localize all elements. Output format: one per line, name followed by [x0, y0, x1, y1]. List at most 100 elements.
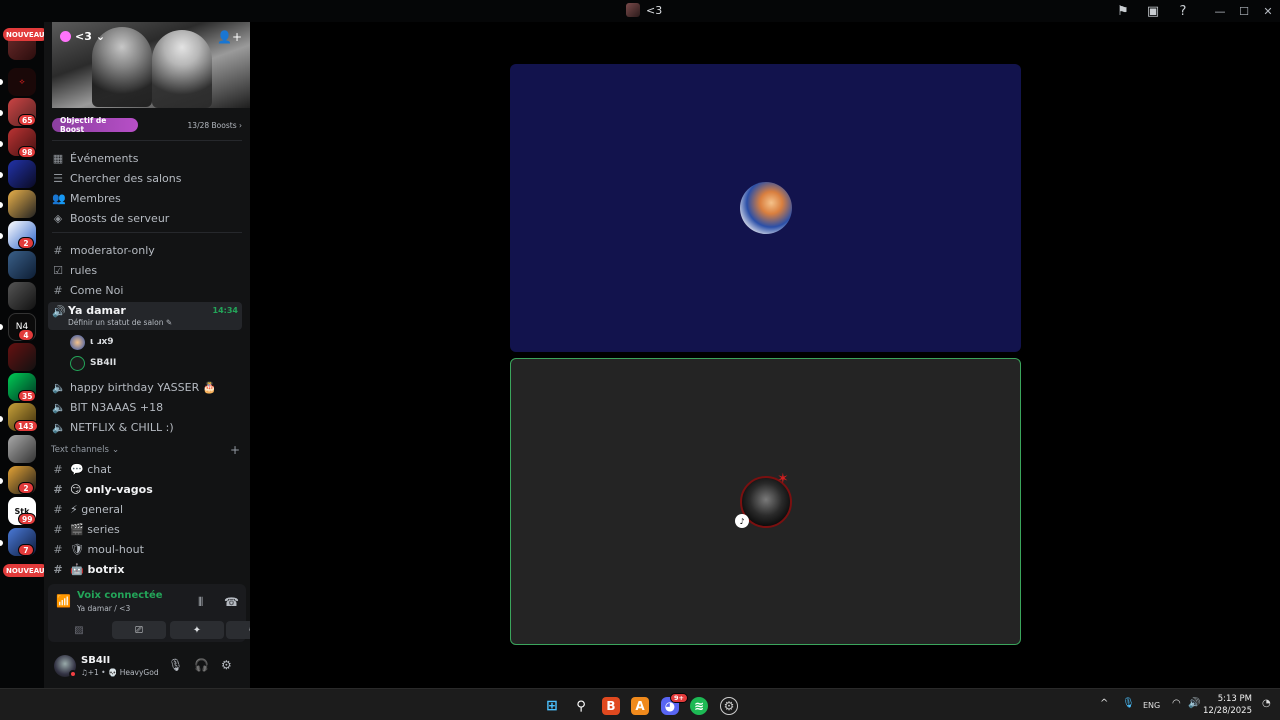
steam-icon[interactable]: ⚙ [720, 697, 738, 715]
maximize-icon[interactable]: ☐ [1232, 0, 1256, 22]
channel-moderator-only[interactable]: # moderator-only [52, 240, 242, 260]
text-channel[interactable]: # ⚡ general [52, 499, 242, 519]
new-badge: NOUVEAU [3, 28, 48, 41]
microphone-tray-icon[interactable]: 🎙 [1122, 698, 1135, 709]
search-icon[interactable]: ⚲ [572, 697, 590, 715]
headphones-icon[interactable]: 🎧 [194, 658, 209, 672]
screen-share-icon: ⎚ [135, 624, 143, 636]
inbox-flag-icon[interactable]: ⚑ [1108, 0, 1138, 22]
voice-channel[interactable]: 🔈 BIT N3AAAS +18 [52, 397, 242, 417]
close-icon[interactable]: ✕ [1256, 0, 1280, 22]
username[interactable]: SB4II [81, 655, 110, 666]
text-channel[interactable]: # 😏 only-vagos [52, 479, 242, 499]
chevron-down-icon: ⌄ [111, 445, 120, 455]
noise-suppression-icon[interactable]: ⦀ [198, 595, 203, 610]
signal-icon[interactable]: 📶 [56, 594, 71, 608]
unread-pill [0, 79, 3, 85]
chevron-up-icon[interactable]: ^ [1100, 698, 1108, 709]
text-channel[interactable]: # 💬 chat [52, 459, 242, 479]
spotify-icon[interactable]: ≋ [690, 697, 708, 715]
status-dot [69, 670, 77, 678]
server-icon-9[interactable] [8, 282, 36, 310]
participant-tile[interactable] [510, 64, 1021, 352]
voice-location[interactable]: Ya damar / <3 [77, 604, 130, 613]
menu-server-boosts[interactable]: ◈ Boosts de serveur [52, 208, 242, 228]
server-name: <3 [75, 30, 92, 43]
disconnect-icon[interactable]: ☎ [224, 595, 239, 609]
server-icon-14[interactable] [8, 435, 36, 463]
server-icon-6[interactable] [8, 190, 36, 218]
voice-channel[interactable]: 🔈 happy birthday YASSER 🎂 [52, 377, 242, 397]
invite-people-icon[interactable]: 👤+ [217, 30, 242, 44]
start-icon[interactable]: ⊞ [543, 697, 561, 715]
mention-badge: 7 [18, 544, 34, 556]
activities-button[interactable]: ✦ [170, 621, 224, 639]
camera-button[interactable]: ▨ [52, 621, 106, 639]
unread-pill [0, 324, 3, 330]
clock[interactable]: 5:13 PM 12/28/2025 [1203, 693, 1252, 717]
mention-badge: 143 [14, 420, 38, 432]
text-channel[interactable]: # 🛡 moul-hout [52, 539, 242, 559]
hashtag-icon: # [53, 542, 63, 556]
participant-tile-speaking[interactable]: ✶ ♪ [510, 358, 1021, 645]
unread-pill [0, 202, 3, 208]
speaker-icon: 🔈 [52, 420, 66, 434]
boost-count: 13/28 Boosts › [187, 120, 242, 130]
clock-date: 12/28/2025 [1203, 706, 1252, 716]
menu-members[interactable]: 👥 Membres [52, 188, 242, 208]
volume-icon[interactable]: 🔊 [1188, 698, 1200, 709]
text-channel[interactable]: # 🎬 series [52, 519, 242, 539]
unread-pill [0, 416, 3, 422]
participant-avatar [739, 182, 792, 234]
discord-badge: 9+ [670, 693, 688, 703]
text-channel[interactable]: # 🤖 botrix [52, 559, 242, 579]
hashtag-icon: # [53, 522, 63, 536]
wifi-icon[interactable]: ◠ [1172, 698, 1181, 709]
members-icon: 👥 [52, 191, 66, 205]
hashtag-icon: # [53, 482, 63, 496]
server-icon-5[interactable] [8, 160, 36, 188]
screen-share-button[interactable]: ⎚ [112, 621, 166, 639]
app-icon[interactable]: A [631, 697, 649, 715]
voice-stage: ✶ ♪ [250, 22, 1280, 688]
language-indicator[interactable]: ENG [1143, 701, 1160, 710]
mention-badge: 99 [18, 513, 37, 525]
rules-icon: ☑ [53, 263, 63, 277]
voice-state[interactable]: Voix connectée [77, 590, 163, 601]
unread-pill [0, 110, 3, 116]
category-text-channels[interactable]: Text channels ⌄ [51, 445, 119, 455]
server-icon-2[interactable]: ⟡ [8, 68, 36, 96]
server-icon-11[interactable] [8, 343, 36, 371]
menu-browse-channels[interactable]: ☰ Chercher des salons [52, 168, 242, 188]
speaker-icon: 🔈 [52, 380, 66, 394]
notification-icon[interactable]: ◔ [1262, 698, 1271, 709]
divider [52, 140, 242, 141]
voice-channel[interactable]: 🔈 NETFLIX & CHILL :) [52, 417, 242, 437]
channel-come-noi[interactable]: # Come Noi [52, 280, 242, 300]
server-icon-8[interactable] [8, 251, 36, 279]
unread-pill [0, 172, 3, 178]
minimize-icon[interactable]: — [1208, 0, 1232, 22]
title-bar: <3 ⚑ ▣ ? — ☐ ✕ [0, 0, 1280, 22]
menu-events[interactable]: ▦ Événements [52, 148, 242, 168]
voice-user[interactable]: SB4II [70, 354, 116, 372]
brave-icon[interactable]: B [602, 697, 620, 715]
avatar [70, 355, 85, 371]
gear-icon[interactable]: ⚙ [221, 658, 232, 672]
boost-goal-bar[interactable]: Objectif de Boost 13/28 Boosts › [52, 116, 242, 134]
divider [52, 232, 242, 233]
help-icon[interactable]: ? [1168, 0, 1198, 22]
microphone-icon[interactable]: 🎙 [168, 658, 183, 672]
screen-share-icon[interactable]: ▣ [1138, 0, 1168, 22]
channel-rules[interactable]: ☑ rules [52, 260, 242, 280]
server-banner[interactable]: <3 ⌄ 👤+ [52, 22, 250, 108]
server-name-header[interactable]: <3 ⌄ [60, 30, 105, 43]
add-channel-icon[interactable]: + [230, 443, 240, 457]
camera-off-icon: ▨ [74, 624, 84, 636]
active-voice-channel[interactable]: 🔊 Ya damar Définir un statut de salon ✎ … [48, 302, 242, 330]
set-channel-status[interactable]: Définir un statut de salon ✎ [68, 318, 172, 327]
voice-user[interactable]: ι ɹx9 [70, 333, 114, 351]
activity-icon: ♪ [735, 514, 749, 528]
unread-pill [0, 478, 3, 484]
activities-icon: ✦ [192, 624, 202, 636]
